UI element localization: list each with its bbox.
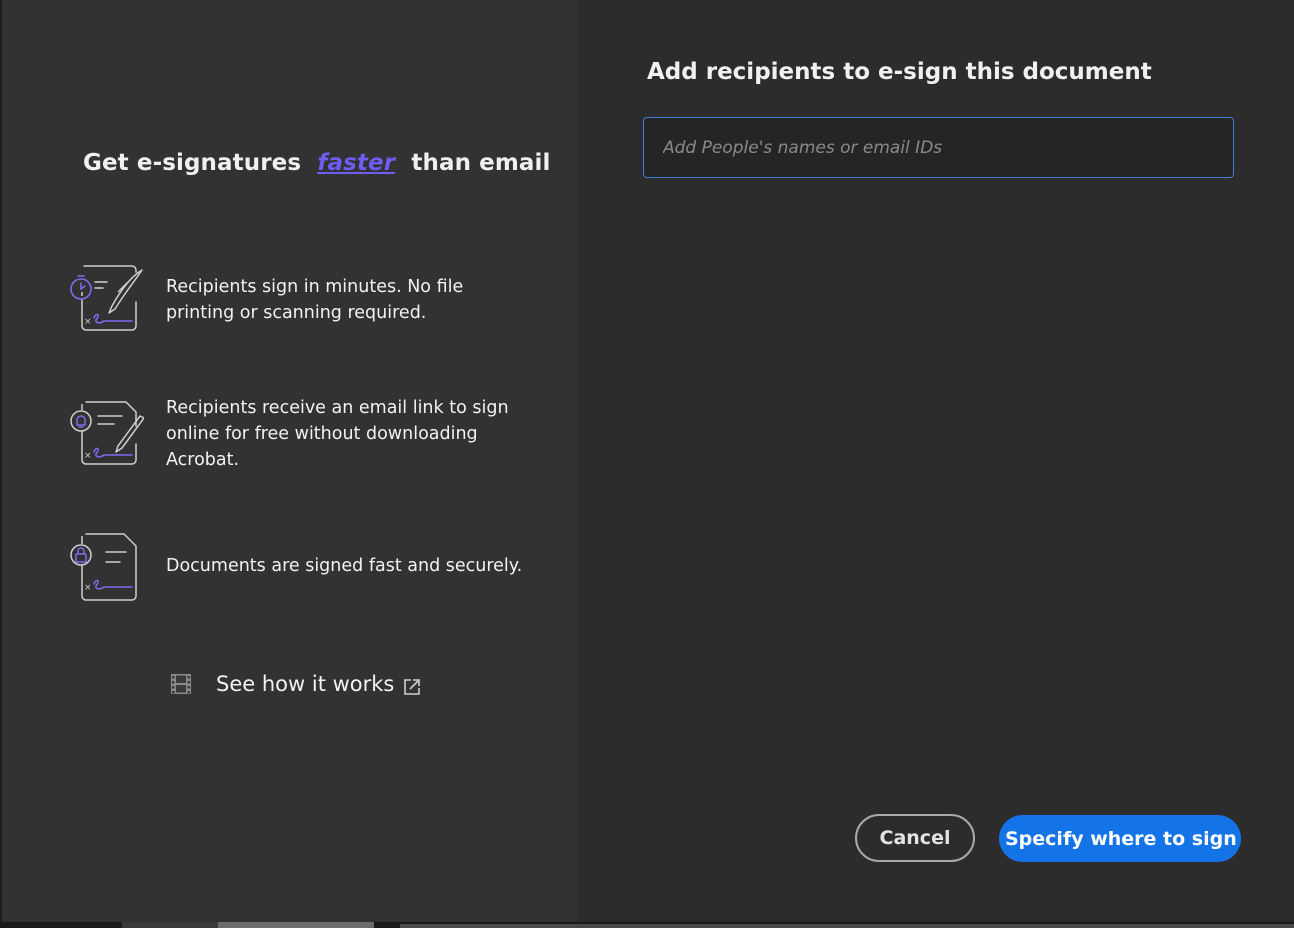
see-how-it-works-label[interactable]: See how it works [216,672,394,696]
film-icon [171,674,191,694]
see-how-it-works-link[interactable]: See how it works [170,668,422,700]
status-strip-segment [400,924,1294,928]
status-strip-segment [122,922,218,928]
feature-email-link: × Recipients receive an email link to si… [66,396,536,474]
recipients-panel: Add recipients to e-sign this document C… [578,0,1294,922]
feature-text: Recipients receive an email link to sign… [166,398,509,470]
svg-text:×: × [84,451,92,461]
promo-title-start: Get e-signatures [83,150,302,176]
bottom-status-strip [0,922,1294,928]
recipients-title: Add recipients to e-sign this document [647,59,1152,85]
status-strip-segment [218,922,374,928]
send-for-signature-dialog: Get e-signatures faster than email × Rec… [2,0,1294,922]
promo-title-end: than email [411,150,551,176]
promo-title: Get e-signatures faster than email [83,150,551,176]
feature-text: Documents are signed fast and securely. [166,556,523,576]
feature-secure: × Documents are signed fast and securely… [66,532,536,604]
email-link-sign-icon: × [70,401,144,465]
recipients-input[interactable] [643,117,1234,178]
promo-title-emphasis: faster [317,150,396,176]
sign-in-minutes-icon: × [70,265,143,331]
secure-document-icon: × [70,533,137,601]
cancel-button[interactable]: Cancel [855,814,975,862]
external-link-icon [404,679,421,695]
svg-text:×: × [84,317,92,327]
promo-panel: Get e-signatures faster than email × Rec… [2,0,578,922]
feature-sign-in-minutes: × Recipients sign in minutes. No file pr… [66,262,536,334]
svg-text:×: × [84,583,92,593]
specify-where-to-sign-button[interactable]: Specify where to sign [999,815,1241,862]
feature-text: Recipients sign in minutes. No file prin… [166,277,464,323]
